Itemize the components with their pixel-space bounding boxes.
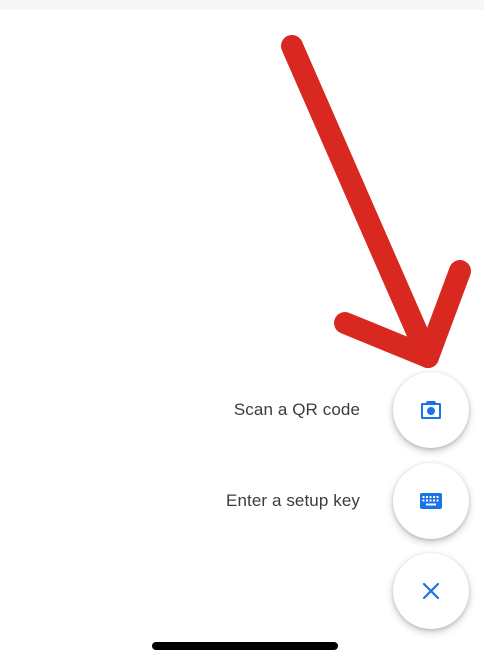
camera-icon [421,401,441,419]
setup-key-row[interactable]: Enter a setup key [0,461,484,541]
home-indicator [152,642,338,650]
scan-qr-label: Scan a QR code [233,400,360,419]
setup-key-button[interactable] [393,463,469,539]
scan-qr-button[interactable] [393,372,469,448]
close-row [0,551,484,631]
close-icon [422,582,440,600]
setup-key-label: Enter a setup key [226,491,360,510]
status-bar-area [0,0,484,10]
keyboard-icon [420,493,442,509]
annotation-arrow [281,35,471,368]
close-fab-button[interactable] [393,553,469,629]
scan-qr-row[interactable]: Scan a QR code [0,370,484,450]
